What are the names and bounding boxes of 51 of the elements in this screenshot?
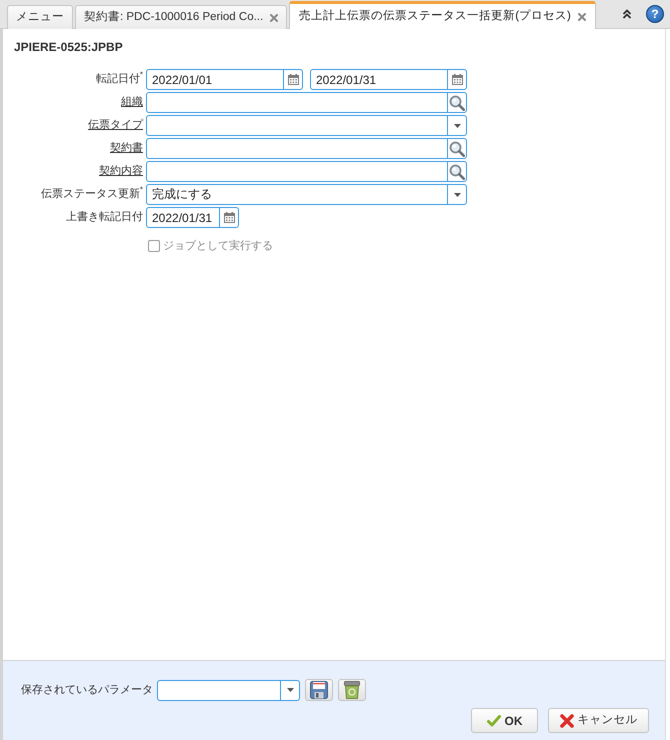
field-label: 保存されているパラメータ xyxy=(21,682,153,698)
calendar-icon xyxy=(224,212,234,223)
checkmark-icon xyxy=(486,714,500,726)
tab[interactable]: メニュー xyxy=(7,5,73,29)
field-link[interactable]: 組織 xyxy=(121,94,143,111)
calendar-button[interactable] xyxy=(219,207,239,228)
tab[interactable]: 契約書: PDC-1000016 Period Co... xyxy=(75,5,288,29)
trash-bin-icon xyxy=(344,681,360,699)
date-field[interactable]: 2022/01/01 xyxy=(146,69,284,90)
process-title: JPIERE-0525:JPBP xyxy=(14,40,124,54)
search-button[interactable] xyxy=(447,161,467,182)
text-field[interactable] xyxy=(146,92,448,113)
dropdown-field[interactable] xyxy=(157,680,281,700)
search-button[interactable] xyxy=(447,92,467,113)
close-icon[interactable] xyxy=(270,14,278,22)
dropdown-button[interactable] xyxy=(447,115,467,136)
field-link[interactable]: 契約書 xyxy=(110,140,143,157)
cross-icon xyxy=(560,714,574,728)
calendar-button[interactable] xyxy=(447,69,467,90)
date-field[interactable]: 2022/01/31 xyxy=(146,207,220,228)
double-chevron-up-icon[interactable] xyxy=(622,9,632,19)
calendar-icon xyxy=(452,74,462,85)
tab[interactable]: 売上計上伝票の伝票ステータス一括更新(プロセス) xyxy=(289,1,596,29)
field-link[interactable]: 伝票タイプ xyxy=(88,117,143,134)
search-icon xyxy=(449,140,465,156)
search-icon xyxy=(449,164,465,180)
dropdown-field[interactable]: 完成にする xyxy=(146,184,448,205)
date-field[interactable]: 2022/01/31 xyxy=(310,69,448,90)
caret-icon xyxy=(454,192,460,196)
search-icon xyxy=(449,94,465,110)
caret-icon xyxy=(454,124,460,128)
calendar-button[interactable] xyxy=(283,69,303,90)
save-button[interactable] xyxy=(305,679,333,701)
text-field[interactable] xyxy=(146,161,448,182)
ok-button[interactable]: OK xyxy=(471,708,538,733)
text-field[interactable] xyxy=(146,138,448,159)
dropdown-field[interactable] xyxy=(146,115,448,136)
dropdown-button[interactable] xyxy=(447,184,467,205)
delete-button[interactable] xyxy=(338,679,366,701)
close-icon[interactable] xyxy=(578,12,586,20)
checkbox-label: ジョブとして実行する xyxy=(163,238,273,254)
help-button[interactable]: ? xyxy=(646,5,664,23)
search-button[interactable] xyxy=(447,138,467,159)
cancel-button[interactable]: キャンセル xyxy=(548,708,649,733)
dropdown-button[interactable] xyxy=(280,680,300,700)
field-link[interactable]: 契約内容 xyxy=(99,163,143,180)
caret-icon xyxy=(286,688,294,692)
field-label: 転記日付$^{*}$ xyxy=(96,71,143,88)
field-label: 上書き転記日付 xyxy=(66,210,143,226)
calendar-icon xyxy=(288,74,298,85)
field-label: 伝票ステータス更新$^{*}$ xyxy=(40,186,143,202)
